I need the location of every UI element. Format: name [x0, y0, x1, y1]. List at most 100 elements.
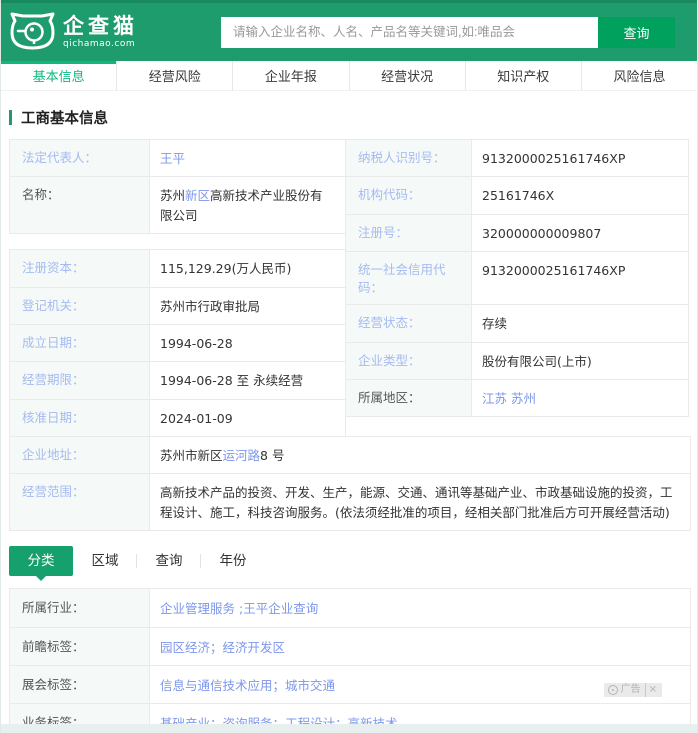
value-link[interactable]: 咨询服务 [223, 716, 273, 731]
filter-tab-year[interactable]: 年份 [201, 546, 265, 576]
info-row-legal-representative: 法定代表人： 王平 [9, 139, 346, 177]
value-text: 9132000025161746XP [482, 263, 625, 278]
row-label: 纳税人识别号： [346, 140, 472, 176]
page: 企查猫 qichamao.com 查询 基本信息经营风险企业年报经营状况知识产权… [0, 0, 698, 733]
row-value: 115,129.29(万人民币) [150, 250, 345, 286]
info-row-registered-capital: 注册资本： 115,129.29(万人民币) [9, 249, 346, 287]
info-table-left-column: 法定代表人：王平名称：苏州新区高新技术产业股份有限公司注册资本：115,129.… [9, 140, 346, 437]
info-row-company-address: 企业地址：苏州市新区运河路8 号 [9, 436, 691, 474]
row-label: 核准日期： [10, 400, 150, 436]
value-text: 25161746X [482, 188, 554, 203]
value-link[interactable]: 江苏 苏州 [482, 391, 536, 406]
row-value: 苏州市新区运河路8 号 [150, 437, 690, 473]
filter-tabs: 分类区域查询年份 [9, 546, 689, 576]
value-link[interactable]: 王平 [160, 151, 185, 166]
value-text: ； [210, 716, 223, 731]
section-title: 工商基本信息 [9, 107, 689, 128]
ad-close-icon[interactable]: × [645, 683, 660, 697]
filter-tab-region[interactable]: 区域 [73, 546, 137, 576]
row-value: 存续 [472, 305, 688, 341]
value-link[interactable]: 经济开发区 [223, 640, 286, 655]
row-value: 江苏 苏州 [472, 380, 688, 416]
info-row-organization-code: 机构代码： 25161746X [345, 176, 689, 214]
row-label: 前瞻标签： [10, 628, 150, 665]
row-value: 25161746X [472, 177, 688, 213]
filter-tab-query[interactable]: 查询 [137, 546, 201, 576]
info-table-right-column: 纳税人识别号： 9132000025161746XP 机构代码： 25161746X 注… [345, 140, 689, 417]
value-text: 1994-06-28 至 永续经营 [160, 373, 303, 388]
row-label: 统一社会信用代码： [346, 252, 472, 304]
info-row-business-scope: 经营范围： 高新技术产品的投资、开发、生产，能源、交通、通讯等基础产业、市政基础设… [9, 473, 691, 531]
row-value: 苏州新区高新技术产业股份有限公司 [150, 177, 345, 233]
value-text: 2024-01-09 [160, 411, 233, 426]
value-text: 股份有限公司(上市) [482, 354, 592, 369]
content: 工商基本信息 法定代表人：王平名称：苏州新区高新技术产业股份有限公司注册资本：1… [1, 107, 697, 733]
value-text: 高新技术产品的投资、开发、生产，能源、交通、通讯等基础产业、市政基础设施的投资，… [160, 485, 673, 519]
value-text: 320000000009807 [482, 226, 601, 241]
business-info-table: 法定代表人：王平名称：苏州新区高新技术产业股份有限公司注册资本：115,129.… [9, 140, 689, 437]
value-text: 苏州市新区 [160, 448, 223, 463]
info-row-taxpayer-id: 纳税人识别号： 9132000025161746XP [345, 139, 689, 177]
row-label: 注册资本： [10, 250, 150, 286]
value-text: ; [235, 601, 243, 616]
nav-tab-business-risk[interactable]: 经营风险 [117, 61, 233, 90]
row-value: 1994-06-28 至 永续经营 [150, 362, 345, 398]
nav-tab-risk-info[interactable]: 风险信息 [582, 61, 697, 90]
row-label: 展会标签： [10, 666, 150, 703]
brand-logo[interactable]: 企查猫 qichamao.com [9, 11, 221, 53]
value-link[interactable]: 信息与通信技术应用 [160, 678, 273, 693]
value-text: 8 号 [260, 448, 284, 463]
filter-tab-category[interactable]: 分类 [9, 546, 73, 576]
search-input[interactable] [221, 17, 598, 48]
nav-tab-intellectual-property[interactable]: 知识产权 [466, 61, 582, 90]
row-label: 企业地址： [10, 437, 150, 473]
row-value: 9132000025161746XP [472, 252, 688, 304]
row-label: 名称： [10, 177, 150, 233]
row-value: 320000000009807 [472, 215, 688, 251]
value-link[interactable]: 企业管理服务 [160, 601, 235, 616]
value-link[interactable]: 高新技术 [348, 716, 398, 731]
table-spacer [9, 234, 346, 250]
row-label: 成立日期： [10, 325, 150, 361]
value-text: 存续 [482, 316, 507, 331]
value-text: ； [210, 640, 223, 655]
value-text: ； [273, 716, 286, 731]
row-label: 机构代码： [346, 177, 472, 213]
ad-badge[interactable]: 广告 × [604, 683, 662, 697]
info-row-registration-number: 注册号： 320000000009807 [345, 214, 689, 252]
value-link[interactable]: 基础产业 [160, 716, 210, 731]
row-value: 王平 [150, 140, 345, 176]
main-nav-tabs: 基本信息经营风险企业年报经营状况知识产权风险信息 [1, 61, 697, 91]
nav-tab-annual-report[interactable]: 企业年报 [233, 61, 349, 90]
info-row-region: 所属地区：江苏 苏州 [345, 379, 689, 417]
site-header: 企查猫 qichamao.com 查询 [1, 0, 697, 61]
info-row-company-name: 名称：苏州新区高新技术产业股份有限公司 [9, 176, 346, 234]
ad-info-icon [608, 685, 618, 695]
value-text: 115,129.29(万人民币) [160, 261, 291, 276]
value-link[interactable]: 运河路 [223, 448, 261, 463]
value-text: 9132000025161746XP [482, 151, 625, 166]
value-link[interactable]: 新区 [185, 188, 210, 203]
search-box: 查询 [221, 17, 675, 48]
value-link[interactable]: 城市交通 [285, 678, 335, 693]
row-value: 股份有限公司(上市) [472, 343, 688, 379]
cat-magnifier-icon [9, 11, 56, 53]
value-link[interactable]: 王平企业查询 [243, 601, 318, 616]
brand-name: 企查猫 [63, 15, 138, 37]
value-text: ； [335, 716, 348, 731]
info-table-full-rows: 企业地址：苏州市新区运河路8 号经营范围：高新技术产品的投资、开发、生产，能源、… [9, 436, 689, 531]
nav-tab-operating-status[interactable]: 经营状况 [350, 61, 466, 90]
value-link[interactable]: 园区经济 [160, 640, 210, 655]
value-text: 1994-06-28 [160, 336, 233, 351]
row-value: 基础产业；咨询服务；工程设计；高新技术 [150, 704, 690, 733]
nav-tab-basic-info[interactable]: 基本信息 [1, 61, 117, 90]
search-button[interactable]: 查询 [598, 17, 675, 48]
row-label: 经营范围： [10, 474, 150, 530]
row-label: 注册号： [346, 215, 472, 251]
row-label: 法定代表人： [10, 140, 150, 176]
row-value: 2024-01-09 [150, 400, 345, 436]
info-row-approval-date: 核准日期： 2024-01-09 [9, 399, 346, 437]
info-row-company-type: 企业类型：股份有限公司(上市) [345, 342, 689, 380]
value-link[interactable]: 工程设计 [285, 716, 335, 731]
row-value: 9132000025161746XP [472, 140, 688, 176]
